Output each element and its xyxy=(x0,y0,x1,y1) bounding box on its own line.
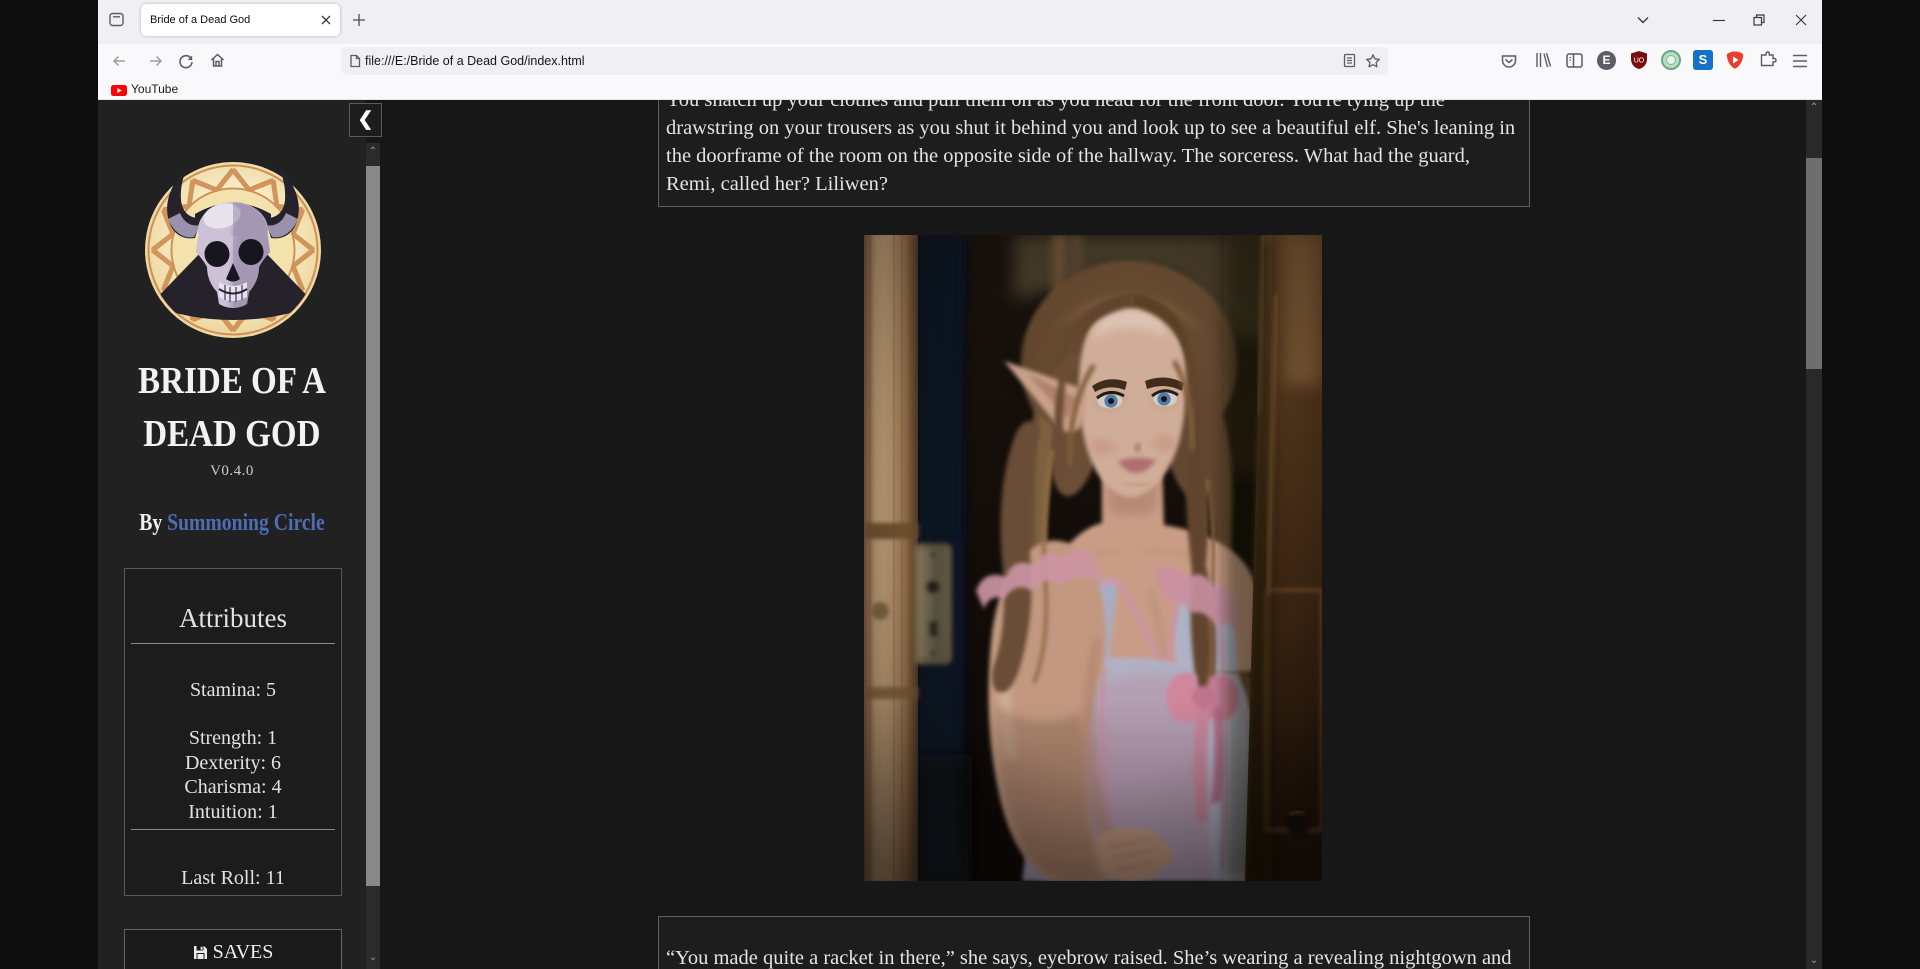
svg-text:UO: UO xyxy=(1634,58,1645,65)
